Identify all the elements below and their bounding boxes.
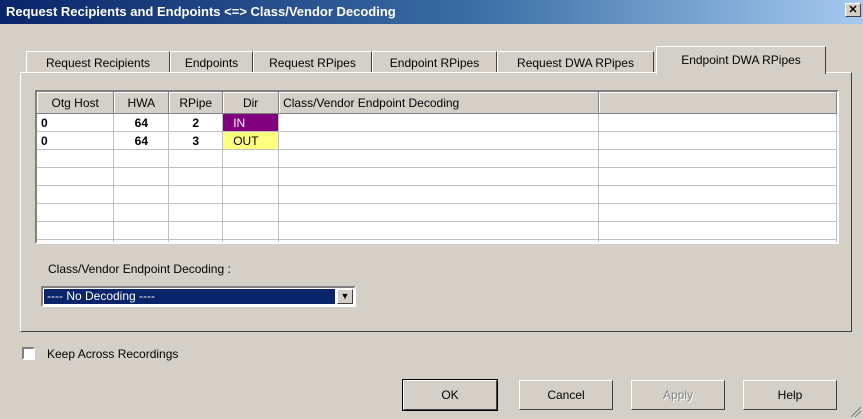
- table-row-empty: [37, 239, 837, 242]
- decoding-selected-value: ---- No Decoding ----: [44, 289, 335, 304]
- cell-dir: IN: [222, 113, 280, 132]
- dropdown-arrow-icon[interactable]: ▼: [337, 289, 353, 304]
- table-row-empty: [37, 167, 837, 186]
- column-header-dir[interactable]: Dir: [222, 92, 280, 114]
- keep-across-checkbox[interactable]: [22, 347, 35, 360]
- column-header-otg-host[interactable]: Otg Host: [37, 92, 115, 114]
- cell-rpipe: 2: [168, 113, 224, 132]
- tab-request-recipients[interactable]: Request Recipients: [26, 51, 170, 73]
- decoding-select[interactable]: ---- No Decoding ---- ▼: [41, 286, 356, 307]
- cell-dir: OUT: [222, 131, 280, 150]
- ok-button[interactable]: OK: [402, 379, 498, 411]
- table-row-empty: [37, 185, 837, 204]
- tab-label: Request Recipients: [45, 56, 151, 70]
- column-header-hwa[interactable]: HWA: [113, 92, 170, 114]
- cell-blank: [598, 131, 837, 150]
- table-header-row: Otg Host HWA RPipe Dir Class/Vendor Endp…: [37, 92, 837, 114]
- title-bar: Request Recipients and Endpoints <=> Cla…: [0, 0, 863, 24]
- column-header-blank[interactable]: [598, 92, 837, 114]
- cell-hwa: 64: [113, 113, 170, 132]
- tab-endpoint-rpipes[interactable]: Endpoint RPipes: [372, 51, 497, 73]
- cancel-button[interactable]: Cancel: [519, 380, 613, 410]
- tab-label: Endpoint DWA RPipes: [681, 53, 801, 67]
- close-icon: ✕: [848, 4, 858, 16]
- column-header-decoding[interactable]: Class/Vendor Endpoint Decoding: [278, 92, 600, 114]
- tab-endpoint-dwa-rpipes[interactable]: Endpoint DWA RPipes: [656, 46, 826, 74]
- cell-decoding: [278, 113, 600, 132]
- resize-grip-icon[interactable]: [849, 405, 861, 417]
- help-button[interactable]: Help: [743, 380, 837, 410]
- table-row[interactable]: 0 64 2 IN: [37, 113, 837, 132]
- table-row-empty: [37, 203, 837, 222]
- decoding-label: Class/Vendor Endpoint Decoding :: [48, 262, 231, 276]
- cell-rpipe: 3: [168, 131, 224, 150]
- table-row-empty: [37, 221, 837, 240]
- tab-endpoints[interactable]: Endpoints: [170, 51, 253, 73]
- tab-label: Request RPipes: [269, 56, 356, 70]
- cell-otg-host: 0: [37, 113, 115, 132]
- cell-hwa: 64: [113, 131, 170, 150]
- cell-decoding: [278, 131, 600, 150]
- cell-otg-host: 0: [37, 131, 115, 150]
- cell-blank: [598, 113, 837, 132]
- window-title: Request Recipients and Endpoints <=> Cla…: [6, 4, 396, 19]
- close-button[interactable]: ✕: [845, 3, 861, 17]
- table-row[interactable]: 0 64 3 OUT: [37, 131, 837, 150]
- tab-label: Endpoints: [184, 56, 239, 70]
- keep-across-label: Keep Across Recordings: [47, 347, 179, 361]
- apply-button[interactable]: Apply: [631, 380, 725, 410]
- tab-label: Endpoint RPipes: [389, 56, 480, 70]
- column-header-rpipe[interactable]: RPipe: [168, 92, 224, 114]
- endpoint-table[interactable]: Otg Host HWA RPipe Dir Class/Vendor Endp…: [35, 90, 839, 244]
- tab-request-rpipes[interactable]: Request RPipes: [253, 51, 372, 73]
- table-row-empty: [37, 149, 837, 168]
- tab-label: Request DWA RPipes: [517, 56, 634, 70]
- tab-request-dwa-rpipes[interactable]: Request DWA RPipes: [497, 51, 654, 73]
